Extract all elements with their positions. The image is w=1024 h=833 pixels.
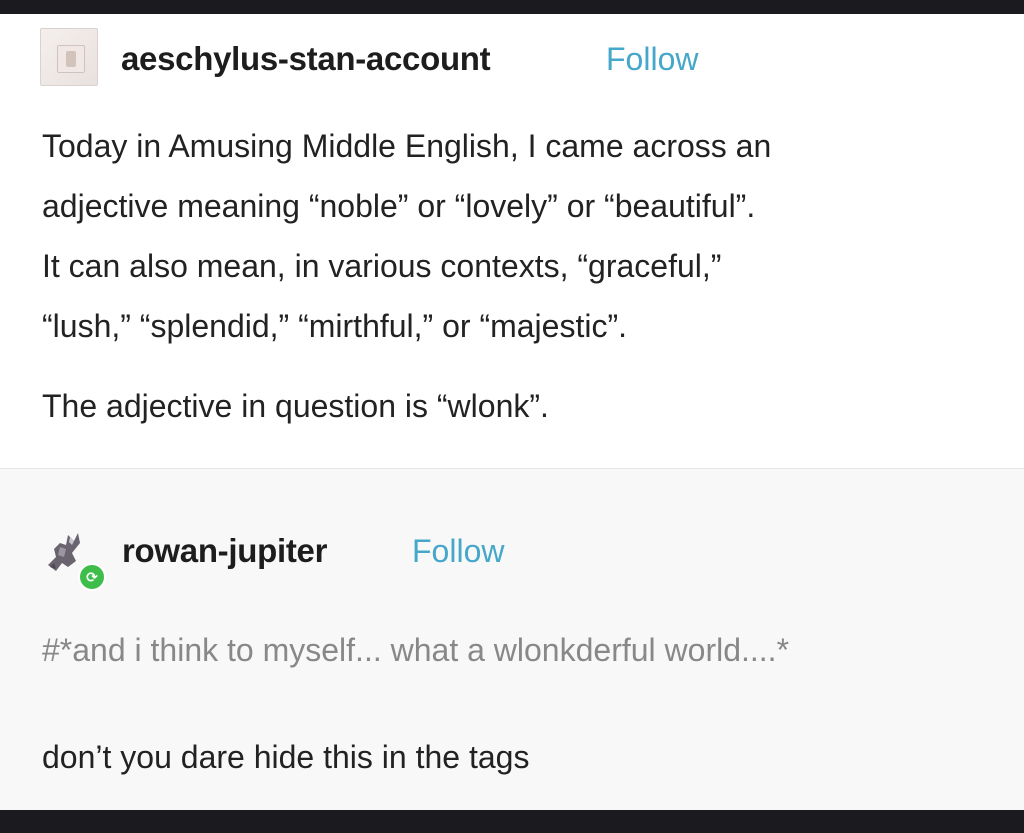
post-body-line: It can also mean, in various contexts, “…	[42, 248, 722, 284]
follow-button[interactable]: Follow	[412, 533, 504, 570]
original-author-username[interactable]: aeschylus-stan-account	[121, 40, 491, 78]
post-body-last-line: The adjective in question is “wlonk”.	[42, 388, 549, 424]
original-post: aeschylus-stan-account Follow Today in A…	[0, 14, 1024, 468]
reblog-icon: ⟳	[78, 563, 106, 591]
post-body-line: adjective meaning “noble” or “lovely” or…	[42, 188, 756, 224]
post-body-line: “lush,” “splendid,” “mirthful,” or “maje…	[42, 308, 627, 344]
post-tag[interactable]: #*and i think to myself... what a wlonkd…	[42, 632, 789, 669]
reblog-comment: don’t you dare hide this in the tags	[42, 739, 530, 775]
rowan-avatar-icon[interactable]: ⟳	[42, 527, 106, 591]
reblog-section: ⟳ rowan-jupiter Follow #*and i think to …	[0, 469, 1024, 810]
aeschylus-avatar-icon[interactable]	[40, 28, 98, 86]
reblogger-username[interactable]: rowan-jupiter	[122, 532, 327, 570]
follow-button[interactable]: Follow	[606, 41, 698, 78]
avatar-glyph	[57, 45, 85, 73]
post-body-paragraph: Today in Amusing Middle English, I came …	[42, 116, 1002, 356]
tumblr-post-card: aeschylus-stan-account Follow Today in A…	[0, 14, 1024, 810]
post-body-line: Today in Amusing Middle English, I came …	[42, 128, 772, 164]
